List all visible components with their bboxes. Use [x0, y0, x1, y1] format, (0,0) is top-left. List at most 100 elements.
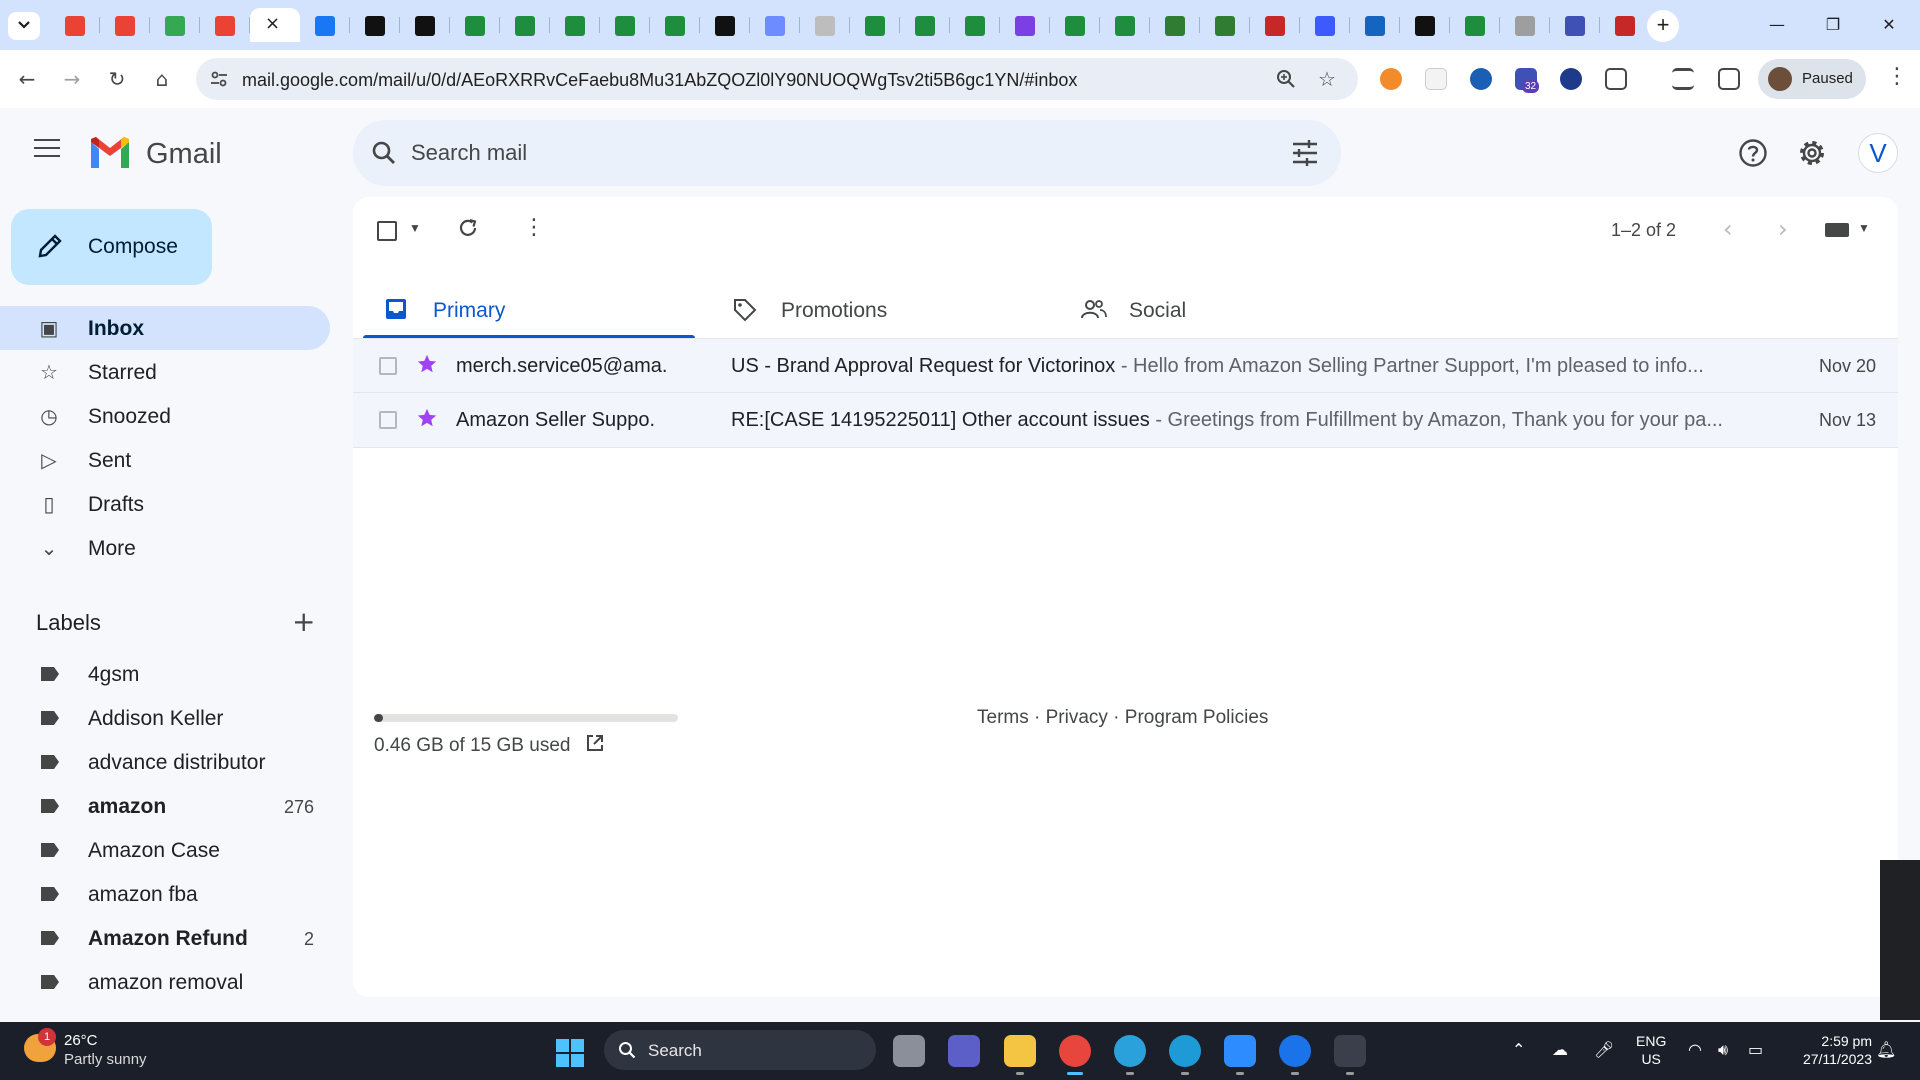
browser-tab[interactable]: [50, 8, 100, 42]
sidebar-item-starred[interactable]: ☆ Starred: [0, 350, 330, 394]
browser-tab[interactable]: [200, 8, 250, 42]
restore-button[interactable]: ❐: [1808, 10, 1858, 40]
extension-helium-icon[interactable]: [1560, 68, 1582, 90]
browser-tab[interactable]: [500, 8, 550, 42]
browser-tab[interactable]: [900, 8, 950, 42]
reload-button[interactable]: ↻: [102, 64, 132, 94]
browser-tab[interactable]: [800, 8, 850, 42]
email-row[interactable]: Amazon Seller Suppo. RE:[CASE 14195225011…: [353, 393, 1898, 448]
volume-icon[interactable]: 🔊︎: [1718, 1040, 1728, 1060]
browser-tab[interactable]: [950, 8, 1000, 42]
search-input[interactable]: [411, 138, 1211, 168]
extension-compass-icon[interactable]: [1470, 68, 1492, 90]
browser-tab[interactable]: [1000, 8, 1050, 42]
select-menu-caret[interactable]: ▼: [409, 221, 421, 235]
tab-primary[interactable]: Primary: [363, 285, 695, 339]
footer-links[interactable]: Terms · Privacy · Program Policies: [977, 707, 1268, 729]
extensions-puzzle-icon[interactable]: [1605, 68, 1627, 90]
browser-tab[interactable]: [150, 8, 200, 42]
back-button[interactable]: ←: [12, 64, 42, 94]
browser-tab[interactable]: [1450, 8, 1500, 42]
row-checkbox[interactable]: [379, 411, 397, 429]
label-item[interactable]: amazon 276: [0, 784, 330, 828]
label-item[interactable]: 4gsm: [0, 652, 330, 696]
address-bar[interactable]: mail.google.com/mail/u/0/d/AEoRXRRvCeFae…: [196, 58, 1358, 100]
refresh-icon[interactable]: [457, 217, 479, 239]
reading-list-icon[interactable]: [1672, 68, 1694, 90]
more-actions-icon[interactable]: ⋮: [523, 215, 545, 240]
edge-icon[interactable]: [1169, 1035, 1201, 1067]
site-settings-icon[interactable]: [210, 71, 228, 87]
zoom-icon[interactable]: [1276, 69, 1296, 89]
teams-icon[interactable]: [948, 1035, 980, 1067]
bookmark-star-icon[interactable]: ☆: [1318, 67, 1336, 91]
browser-tab[interactable]: [1600, 8, 1650, 42]
notification-bell-icon[interactable]: 🔔︎: [1876, 1040, 1896, 1059]
task-view-icon[interactable]: [893, 1035, 925, 1067]
open-external-icon[interactable]: [585, 733, 605, 753]
browser-tab[interactable]: [750, 8, 800, 42]
browser-tab[interactable]: [1050, 8, 1100, 42]
browser-tab[interactable]: [350, 8, 400, 42]
sidebar-item-drafts[interactable]: ▯ Drafts: [0, 482, 330, 526]
show-hidden-icons[interactable]: ⌃: [1512, 1040, 1525, 1059]
star-icon[interactable]: [416, 353, 438, 375]
email-row[interactable]: merch.service05@ama. US - Brand Approval …: [353, 338, 1898, 393]
label-item[interactable]: advance distributor: [0, 740, 330, 784]
newer-page-button[interactable]: ‹: [1723, 215, 1733, 243]
select-all-checkbox[interactable]: [377, 221, 397, 241]
input-language[interactable]: ENG US: [1636, 1032, 1666, 1068]
browser-tab[interactable]: [100, 8, 150, 42]
tab-promotions[interactable]: Promotions: [711, 285, 1043, 337]
browser-tab[interactable]: [850, 8, 900, 42]
create-label-button[interactable]: +: [292, 605, 315, 638]
file-explorer-icon[interactable]: [1004, 1035, 1036, 1067]
help-icon[interactable]: [1738, 138, 1768, 168]
browser-tab[interactable]: [1400, 8, 1450, 42]
windows-start-icon[interactable]: [556, 1039, 584, 1067]
browser-tab[interactable]: [1250, 8, 1300, 42]
browser-tab-active[interactable]: ×: [250, 8, 300, 42]
side-panel-icon[interactable]: [1718, 68, 1740, 90]
close-tab-icon[interactable]: ×: [265, 13, 280, 34]
browser-tab[interactable]: [450, 8, 500, 42]
star-icon[interactable]: [416, 407, 438, 429]
browser-tab[interactable]: [1300, 8, 1350, 42]
sidebar-item-more[interactable]: ⌄ More: [0, 526, 330, 570]
browser-tab[interactable]: [1550, 8, 1600, 42]
floating-video-thumbnail[interactable]: [1880, 860, 1920, 1020]
system-clock[interactable]: 2:59 pm 27/11/2023: [1780, 1032, 1872, 1068]
input-tools-keyboard-icon[interactable]: [1825, 223, 1849, 237]
browser-tab[interactable]: [1500, 8, 1550, 42]
sidebar-item-inbox[interactable]: ▣ Inbox: [0, 306, 330, 350]
tab-social[interactable]: Social: [1059, 285, 1391, 337]
label-item[interactable]: Amazon Case: [0, 828, 330, 872]
tab-search-button[interactable]: [8, 12, 40, 40]
older-page-button[interactable]: ›: [1778, 215, 1788, 243]
home-button[interactable]: ⌂: [147, 64, 177, 94]
browser-tab[interactable]: [400, 8, 450, 42]
browser-tab[interactable]: [1200, 8, 1250, 42]
browser-tab[interactable]: [1350, 8, 1400, 42]
input-tools-caret[interactable]: ▼: [1858, 221, 1870, 235]
row-checkbox[interactable]: [379, 357, 397, 375]
label-item[interactable]: Addison Keller: [0, 696, 330, 740]
new-tab-button[interactable]: +: [1647, 10, 1679, 42]
label-item[interactable]: amazon fba: [0, 872, 330, 916]
browser-tab[interactable]: [650, 8, 700, 42]
search-options-icon[interactable]: [1291, 140, 1319, 166]
browser-tab[interactable]: [700, 8, 750, 42]
extension-seller-icon[interactable]: [1425, 68, 1447, 90]
close-window-button[interactable]: ✕: [1864, 10, 1914, 40]
calculator-icon[interactable]: [1334, 1035, 1366, 1067]
browser-tab[interactable]: [1100, 8, 1150, 42]
settings-gear-icon[interactable]: [1797, 138, 1827, 168]
minimize-button[interactable]: —: [1752, 10, 1802, 40]
search-icon[interactable]: [371, 140, 397, 166]
telegram-icon[interactable]: [1114, 1035, 1146, 1067]
forward-button[interactable]: →: [57, 64, 87, 94]
browser-tab[interactable]: [1150, 8, 1200, 42]
extension-fox-icon[interactable]: [1380, 68, 1402, 90]
onedrive-icon[interactable]: ☁: [1552, 1040, 1568, 1059]
main-menu-icon[interactable]: [34, 139, 60, 163]
